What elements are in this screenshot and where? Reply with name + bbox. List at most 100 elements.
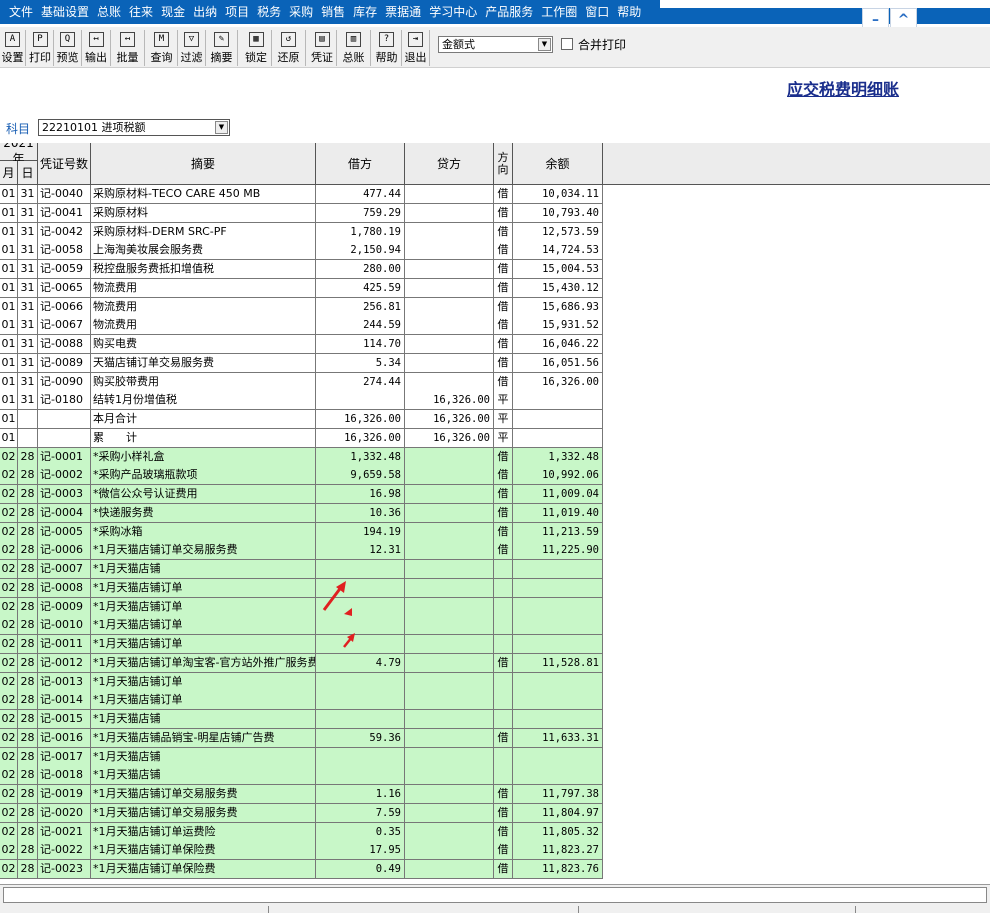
cell-day: 31 bbox=[18, 316, 38, 336]
table-row[interactable]: 02 28 记-0023 *1月天猫店铺订单保险费 0.49 借 11,823.76 bbox=[0, 860, 603, 879]
toolbar-button-12[interactable]: ? 帮助 bbox=[372, 30, 402, 66]
table-row[interactable]: 01 31 记-0041 采购原材料 759.29 借 10,793.40 bbox=[0, 203, 603, 223]
cell-voucher: 记-0090 bbox=[38, 372, 91, 392]
table-row[interactable]: 02 28 记-0022 *1月天猫店铺订单保险费 17.95 借 11,823.27 bbox=[0, 841, 603, 861]
cell-debit: 2,150.94 bbox=[316, 241, 405, 261]
status-input[interactable] bbox=[3, 887, 987, 903]
table-row[interactable]: 02 28 记-0009 *1月天猫店铺订单 bbox=[0, 597, 603, 617]
chevron-down-icon[interactable]: ▼ bbox=[215, 121, 228, 134]
toolbar-button-1[interactable]: P 打印 bbox=[27, 30, 54, 66]
toolbar-button-10[interactable]: ▤ 凭证 bbox=[308, 30, 337, 66]
toolbar-button-5[interactable]: M 查询 bbox=[146, 30, 178, 66]
cell-debit: 274.44 bbox=[316, 372, 405, 392]
table-row[interactable]: 02 28 记-0015 *1月天猫店铺 bbox=[0, 710, 603, 729]
cell-voucher: 记-0002 bbox=[38, 466, 91, 486]
merge-print-label: 合并打印 bbox=[578, 38, 627, 52]
table-row[interactable]: 02 28 记-0006 *1月天猫店铺订单交易服务费 12.31 借 11,225.90 bbox=[0, 541, 603, 561]
toolbar-button-2[interactable]: Q 预览 bbox=[54, 30, 82, 66]
toolbar-button-6[interactable]: ▽ 过滤 bbox=[178, 30, 206, 66]
toolbar-button-0[interactable]: A 设置 bbox=[0, 30, 26, 66]
table-row[interactable]: 01 本月合计 16,326.00 16,326.00 平 bbox=[0, 410, 603, 429]
toolbar-button-3[interactable]: ↤ 输出 bbox=[82, 30, 111, 66]
menu-item-11[interactable]: 票据通 bbox=[381, 1, 425, 23]
chevron-down-icon[interactable]: ▼ bbox=[538, 38, 551, 51]
menu-item-7[interactable]: 税务 bbox=[253, 1, 285, 23]
table-row[interactable]: 02 28 记-0008 *1月天猫店铺订单 bbox=[0, 578, 603, 598]
table-row[interactable]: 01 31 记-0066 物流费用 256.81 借 15,686.93 bbox=[0, 297, 603, 317]
header-year: 2021年 bbox=[0, 143, 38, 166]
table-row[interactable]: 01 31 记-0090 购买胶带费用 274.44 借 16,326.00 bbox=[0, 372, 603, 392]
cell-summary: *1月天猫店铺 bbox=[91, 710, 316, 729]
menu-item-4[interactable]: 现金 bbox=[157, 1, 189, 23]
table-row[interactable]: 02 28 记-0010 *1月天猫店铺订单 bbox=[0, 616, 603, 636]
cell-summary: *微信公众号认证费用 bbox=[91, 485, 316, 504]
menu-item-9[interactable]: 销售 bbox=[317, 1, 349, 23]
table-row[interactable]: 02 28 记-0019 *1月天猫店铺订单交易服务费 1.16 借 11,797.38 bbox=[0, 785, 603, 804]
menu-item-15[interactable]: 窗口 bbox=[581, 1, 613, 23]
table-row[interactable]: 01 31 记-0059 税控盘服务费抵扣增值税 280.00 借 15,004.53 bbox=[0, 260, 603, 279]
table-row[interactable]: 02 28 记-0001 *采购小样礼盒 1,332.48 借 1,332.48 bbox=[0, 447, 603, 467]
menu-item-2[interactable]: 总账 bbox=[93, 1, 125, 23]
cell-credit: 16,326.00 bbox=[405, 410, 494, 429]
cell-month: 02 bbox=[0, 803, 18, 823]
header-summary: 摘要 bbox=[91, 143, 316, 185]
menu-item-1[interactable]: 基础设置 bbox=[37, 1, 93, 23]
cell-voucher: 记-0020 bbox=[38, 803, 91, 823]
table-row[interactable]: 02 28 记-0002 *采购产品玻璃瓶款项 9,659.58 借 10,992.06 bbox=[0, 466, 603, 486]
toolbar-icon: ↤ bbox=[88, 32, 104, 47]
table-row[interactable]: 02 28 记-0016 *1月天猫店铺品销宝-明星店铺广告费 59.36 借 11,633… bbox=[0, 728, 603, 748]
cell-credit bbox=[405, 203, 494, 223]
table-row[interactable]: 01 31 记-0042 采购原材料-DERM SRC-PF 1,780.19 借 12,5… bbox=[0, 222, 603, 242]
table-row[interactable]: 02 28 记-0005 *采购冰箱 194.19 借 11,213.59 bbox=[0, 522, 603, 542]
table-row[interactable]: 02 28 记-0021 *1月天猫店铺订单运费险 0.35 借 11,805.32 bbox=[0, 822, 603, 842]
menu-item-5[interactable]: 出纳 bbox=[189, 1, 221, 23]
cell-voucher: 记-0021 bbox=[38, 822, 91, 842]
cell-direction bbox=[494, 710, 513, 729]
table-row[interactable]: 01 31 记-0067 物流费用 244.59 借 15,931.52 bbox=[0, 316, 603, 336]
table-row[interactable]: 01 31 记-0089 天猫店铺订单交易服务费 5.34 借 16,051.56 bbox=[0, 353, 603, 373]
table-row[interactable]: 02 28 记-0014 *1月天猫店铺订单 bbox=[0, 691, 603, 711]
merge-print-checkbox[interactable] bbox=[561, 38, 573, 50]
table-row[interactable]: 02 28 记-0012 *1月天猫店铺订单淘宝客-官方站外推广服务费 4.79 借 11,… bbox=[0, 653, 603, 673]
toolbar-button-7[interactable]: ✎ 摘要 bbox=[206, 30, 238, 66]
table-row[interactable]: 01 31 记-0065 物流费用 425.59 借 15,430.12 bbox=[0, 278, 603, 298]
table-row[interactable]: 01 31 记-0180 结转1月份增值税 16,326.00 平 bbox=[0, 391, 603, 411]
cell-direction: 借 bbox=[494, 297, 513, 317]
table-row[interactable]: 01 31 记-0058 上海淘美妆展会服务费 2,150.94 借 14,724.53 bbox=[0, 241, 603, 261]
format-select[interactable]: 金额式 ▼ bbox=[438, 36, 553, 53]
table-row[interactable]: 02 28 记-0003 *微信公众号认证费用 16.98 借 11,009.04 bbox=[0, 485, 603, 504]
cell-day: 28 bbox=[18, 822, 38, 842]
table-row[interactable]: 01 累 计 16,326.00 16,326.00 平 bbox=[0, 428, 603, 448]
table-row[interactable]: 02 28 记-0018 *1月天猫店铺 bbox=[0, 766, 603, 786]
menu-item-6[interactable]: 项目 bbox=[221, 1, 253, 23]
toolbar-button-4[interactable]: ↤ 批量 bbox=[111, 30, 145, 66]
toolbar-button-label: 输出 bbox=[85, 51, 107, 64]
menu-item-0[interactable]: 文件 bbox=[0, 1, 37, 23]
menu-item-3[interactable]: 往来 bbox=[125, 1, 157, 23]
cell-debit: 0.49 bbox=[316, 860, 405, 879]
toolbar-button-9[interactable]: ↺ 还原 bbox=[272, 30, 306, 66]
menu-item-16[interactable]: 帮助 bbox=[613, 1, 645, 23]
table-row[interactable]: 02 28 记-0004 *快递服务费 10.36 借 11,019.40 bbox=[0, 503, 603, 523]
cell-balance: 11,019.40 bbox=[513, 503, 603, 523]
toolbar-button-8[interactable]: ▦ 锁定 bbox=[241, 30, 272, 66]
table-row[interactable]: 01 31 记-0088 购买电费 114.70 借 16,046.22 bbox=[0, 335, 603, 354]
cell-day: 28 bbox=[18, 466, 38, 486]
menu-item-13[interactable]: 产品服务 bbox=[481, 1, 537, 23]
table-row[interactable]: 02 28 记-0011 *1月天猫店铺订单 bbox=[0, 635, 603, 654]
toolbar-button-13[interactable]: ⇥ 退出 bbox=[402, 30, 430, 66]
menu-item-14[interactable]: 工作圈 bbox=[537, 1, 581, 23]
toolbar-button-11[interactable]: ▥ 总账 bbox=[337, 30, 371, 66]
menu-item-12[interactable]: 学习中心 bbox=[425, 1, 481, 23]
toolbar-icon: A bbox=[5, 32, 20, 47]
cell-voucher: 记-0058 bbox=[38, 241, 91, 261]
toolbar-button-label: 还原 bbox=[277, 51, 300, 64]
subject-select[interactable]: 22210101 进项税额 ▼ bbox=[38, 119, 230, 136]
menu-item-10[interactable]: 库存 bbox=[349, 1, 381, 23]
table-row[interactable]: 02 28 记-0020 *1月天猫店铺订单交易服务费 7.59 借 11,804.97 bbox=[0, 803, 603, 823]
table-row[interactable]: 01 31 记-0040 采购原材料-TECO CARE 450 MB 477.44 借 1… bbox=[0, 185, 603, 204]
table-row[interactable]: 02 28 记-0007 *1月天猫店铺 bbox=[0, 560, 603, 579]
menu-item-8[interactable]: 采购 bbox=[285, 1, 317, 23]
table-row[interactable]: 02 28 记-0013 *1月天猫店铺订单 bbox=[0, 672, 603, 692]
table-row[interactable]: 02 28 记-0017 *1月天猫店铺 bbox=[0, 747, 603, 767]
